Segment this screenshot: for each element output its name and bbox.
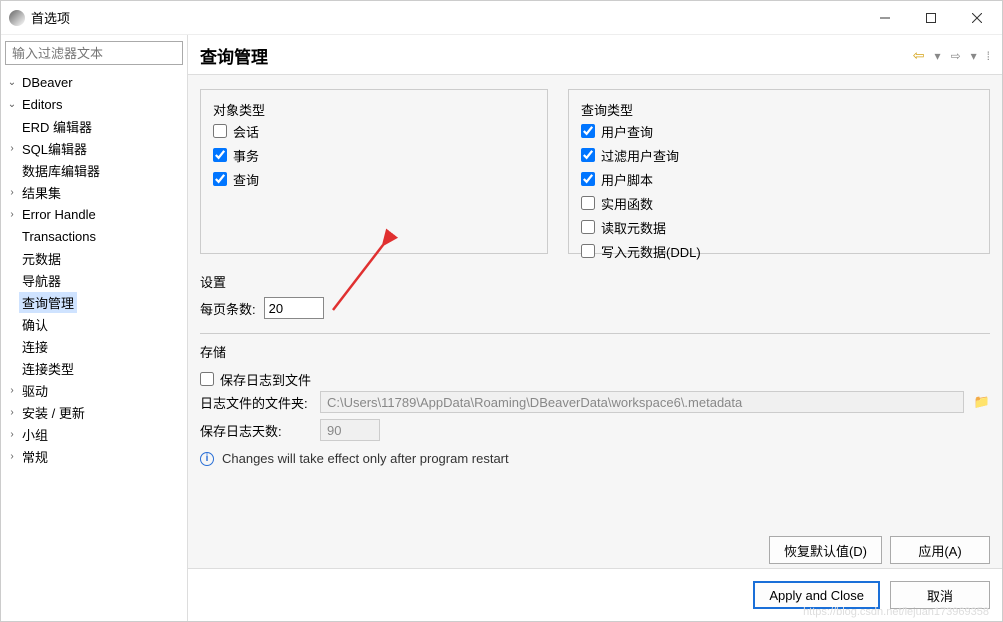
chevron-right-icon: › bbox=[5, 451, 19, 462]
info-icon: i bbox=[200, 452, 214, 466]
tree-item-result-set[interactable]: ›结果集 bbox=[5, 181, 183, 203]
tree-item-team[interactable]: ›小组 bbox=[5, 423, 183, 445]
session-checkbox[interactable] bbox=[213, 124, 227, 138]
chevron-right-icon: › bbox=[5, 385, 19, 396]
per-page-label: 每页条数: bbox=[200, 299, 256, 318]
chevron-right-icon: › bbox=[5, 407, 19, 418]
util-func-checkbox[interactable] bbox=[581, 196, 595, 210]
storage-group: 存储 保存日志到文件 日志文件的文件夹: 📁 保存日志天数: bbox=[200, 333, 990, 441]
tree-item-navigator[interactable]: 导航器 bbox=[5, 269, 183, 291]
tree-item-db-editor[interactable]: 数据库编辑器 bbox=[5, 159, 183, 181]
checkbox-label: 事务 bbox=[233, 146, 259, 165]
group-legend: 对象类型 bbox=[213, 103, 265, 118]
tree-item-connection[interactable]: 连接 bbox=[5, 335, 183, 357]
checkbox-label: 读取元数据 bbox=[601, 218, 666, 237]
settings-group: 设置 每页条数: bbox=[200, 272, 990, 319]
read-meta-checkbox[interactable] bbox=[581, 220, 595, 234]
info-text: Changes will take effect only after prog… bbox=[222, 451, 509, 466]
tree-item-erd[interactable]: ERD 编辑器 bbox=[5, 115, 183, 137]
apply-close-button[interactable]: Apply and Close bbox=[753, 581, 880, 609]
main-content: 对象类型 会话 事务 查询 查询类型 用户查询 过滤用户查询 用户脚本 实用函数… bbox=[188, 75, 1002, 526]
checkbox-label: 过滤用户查询 bbox=[601, 146, 679, 165]
tree-item-query-manager[interactable]: 查询管理 bbox=[5, 291, 183, 313]
user-query-checkbox[interactable] bbox=[581, 124, 595, 138]
checkbox-label: 用户查询 bbox=[601, 122, 653, 141]
tree-item-dbeaver[interactable]: ⌄DBeaver bbox=[5, 71, 183, 93]
section-label: 设置 bbox=[200, 272, 990, 291]
write-meta-checkbox[interactable] bbox=[581, 244, 595, 258]
tree-item-sql-editor[interactable]: ›SQL编辑器 bbox=[5, 137, 183, 159]
minimize-button[interactable] bbox=[862, 2, 908, 34]
chevron-right-icon: › bbox=[5, 143, 19, 154]
chevron-right-icon: › bbox=[5, 209, 19, 220]
app-icon bbox=[9, 10, 25, 26]
page-title: 查询管理 bbox=[200, 43, 913, 68]
watermark: https://blog.csdn.net/lejuan173969358 bbox=[803, 606, 989, 618]
transaction-checkbox[interactable] bbox=[213, 148, 227, 162]
chevron-down-icon: ⌄ bbox=[5, 77, 19, 88]
user-script-checkbox[interactable] bbox=[581, 172, 595, 186]
maximize-button[interactable] bbox=[908, 2, 954, 34]
restore-defaults-button[interactable]: 恢复默认值(D) bbox=[769, 536, 882, 564]
checkbox-label: 会话 bbox=[233, 122, 259, 141]
header-toolbar: ⇦ ▾ ⇨ ▾ ⁞ bbox=[913, 47, 990, 64]
info-row: i Changes will take effect only after pr… bbox=[200, 451, 990, 466]
query-checkbox[interactable] bbox=[213, 172, 227, 186]
lower-button-bar: 恢复默认值(D) 应用(A) bbox=[188, 526, 1002, 568]
tree-item-editors[interactable]: ⌄Editors bbox=[5, 93, 183, 115]
log-folder-input bbox=[320, 391, 964, 413]
chevron-right-icon: › bbox=[5, 187, 19, 198]
checkbox-label: 用户脚本 bbox=[601, 170, 653, 189]
tree-item-transactions[interactable]: Transactions bbox=[5, 225, 183, 247]
menu-icon[interactable]: ⁞ bbox=[987, 49, 990, 63]
dropdown-icon[interactable]: ▾ bbox=[971, 49, 977, 63]
tree-item-driver[interactable]: ›驱动 bbox=[5, 379, 183, 401]
group-legend: 查询类型 bbox=[581, 103, 633, 118]
forward-icon[interactable]: ⇨ bbox=[951, 49, 961, 63]
dropdown-icon[interactable]: ▾ bbox=[935, 49, 941, 63]
back-icon[interactable]: ⇦ bbox=[913, 47, 925, 64]
tree-item-general[interactable]: ›常规 bbox=[5, 445, 183, 467]
checkbox-label: 写入元数据(DDL) bbox=[601, 242, 701, 261]
days-label: 保存日志天数: bbox=[200, 421, 310, 440]
save-log-checkbox[interactable] bbox=[200, 372, 214, 386]
per-page-input[interactable] bbox=[264, 297, 324, 319]
section-label: 存储 bbox=[200, 342, 990, 361]
tree-item-install-update[interactable]: ›安装 / 更新 bbox=[5, 401, 183, 423]
sidebar: ⌄DBeaver ⌄Editors ERD 编辑器 ›SQL编辑器 数据库编辑器… bbox=[1, 35, 187, 621]
tree-item-connection-type[interactable]: 连接类型 bbox=[5, 357, 183, 379]
filter-input[interactable] bbox=[5, 41, 183, 65]
log-days-input bbox=[320, 419, 380, 441]
close-button[interactable] bbox=[954, 2, 1000, 34]
checkbox-label: 实用函数 bbox=[601, 194, 653, 213]
tree-item-confirm[interactable]: 确认 bbox=[5, 313, 183, 335]
titlebar: 首选项 bbox=[1, 1, 1002, 35]
checkbox-label: 查询 bbox=[233, 170, 259, 189]
object-types-group: 对象类型 会话 事务 查询 bbox=[200, 89, 548, 254]
checkbox-label: 保存日志到文件 bbox=[220, 370, 311, 389]
chevron-right-icon: › bbox=[5, 429, 19, 440]
chevron-down-icon: ⌄ bbox=[5, 99, 19, 110]
cancel-button[interactable]: 取消 bbox=[890, 581, 990, 609]
folder-icon[interactable]: 📁 bbox=[974, 394, 990, 410]
folder-label: 日志文件的文件夹: bbox=[200, 393, 310, 412]
tree-item-metadata[interactable]: 元数据 bbox=[5, 247, 183, 269]
preferences-tree: ⌄DBeaver ⌄Editors ERD 编辑器 ›SQL编辑器 数据库编辑器… bbox=[5, 71, 183, 467]
filter-user-checkbox[interactable] bbox=[581, 148, 595, 162]
apply-button[interactable]: 应用(A) bbox=[890, 536, 990, 564]
main-panel: 查询管理 ⇦ ▾ ⇨ ▾ ⁞ 对象类型 会话 事务 查询 查询类型 用户查询 bbox=[187, 35, 1002, 621]
query-types-group: 查询类型 用户查询 过滤用户查询 用户脚本 实用函数 读取元数据 写入元数据(D… bbox=[568, 89, 990, 254]
main-header: 查询管理 ⇦ ▾ ⇨ ▾ ⁞ bbox=[188, 35, 1002, 75]
tree-item-error-handle[interactable]: ›Error Handle bbox=[5, 203, 183, 225]
window-title: 首选项 bbox=[31, 8, 862, 27]
